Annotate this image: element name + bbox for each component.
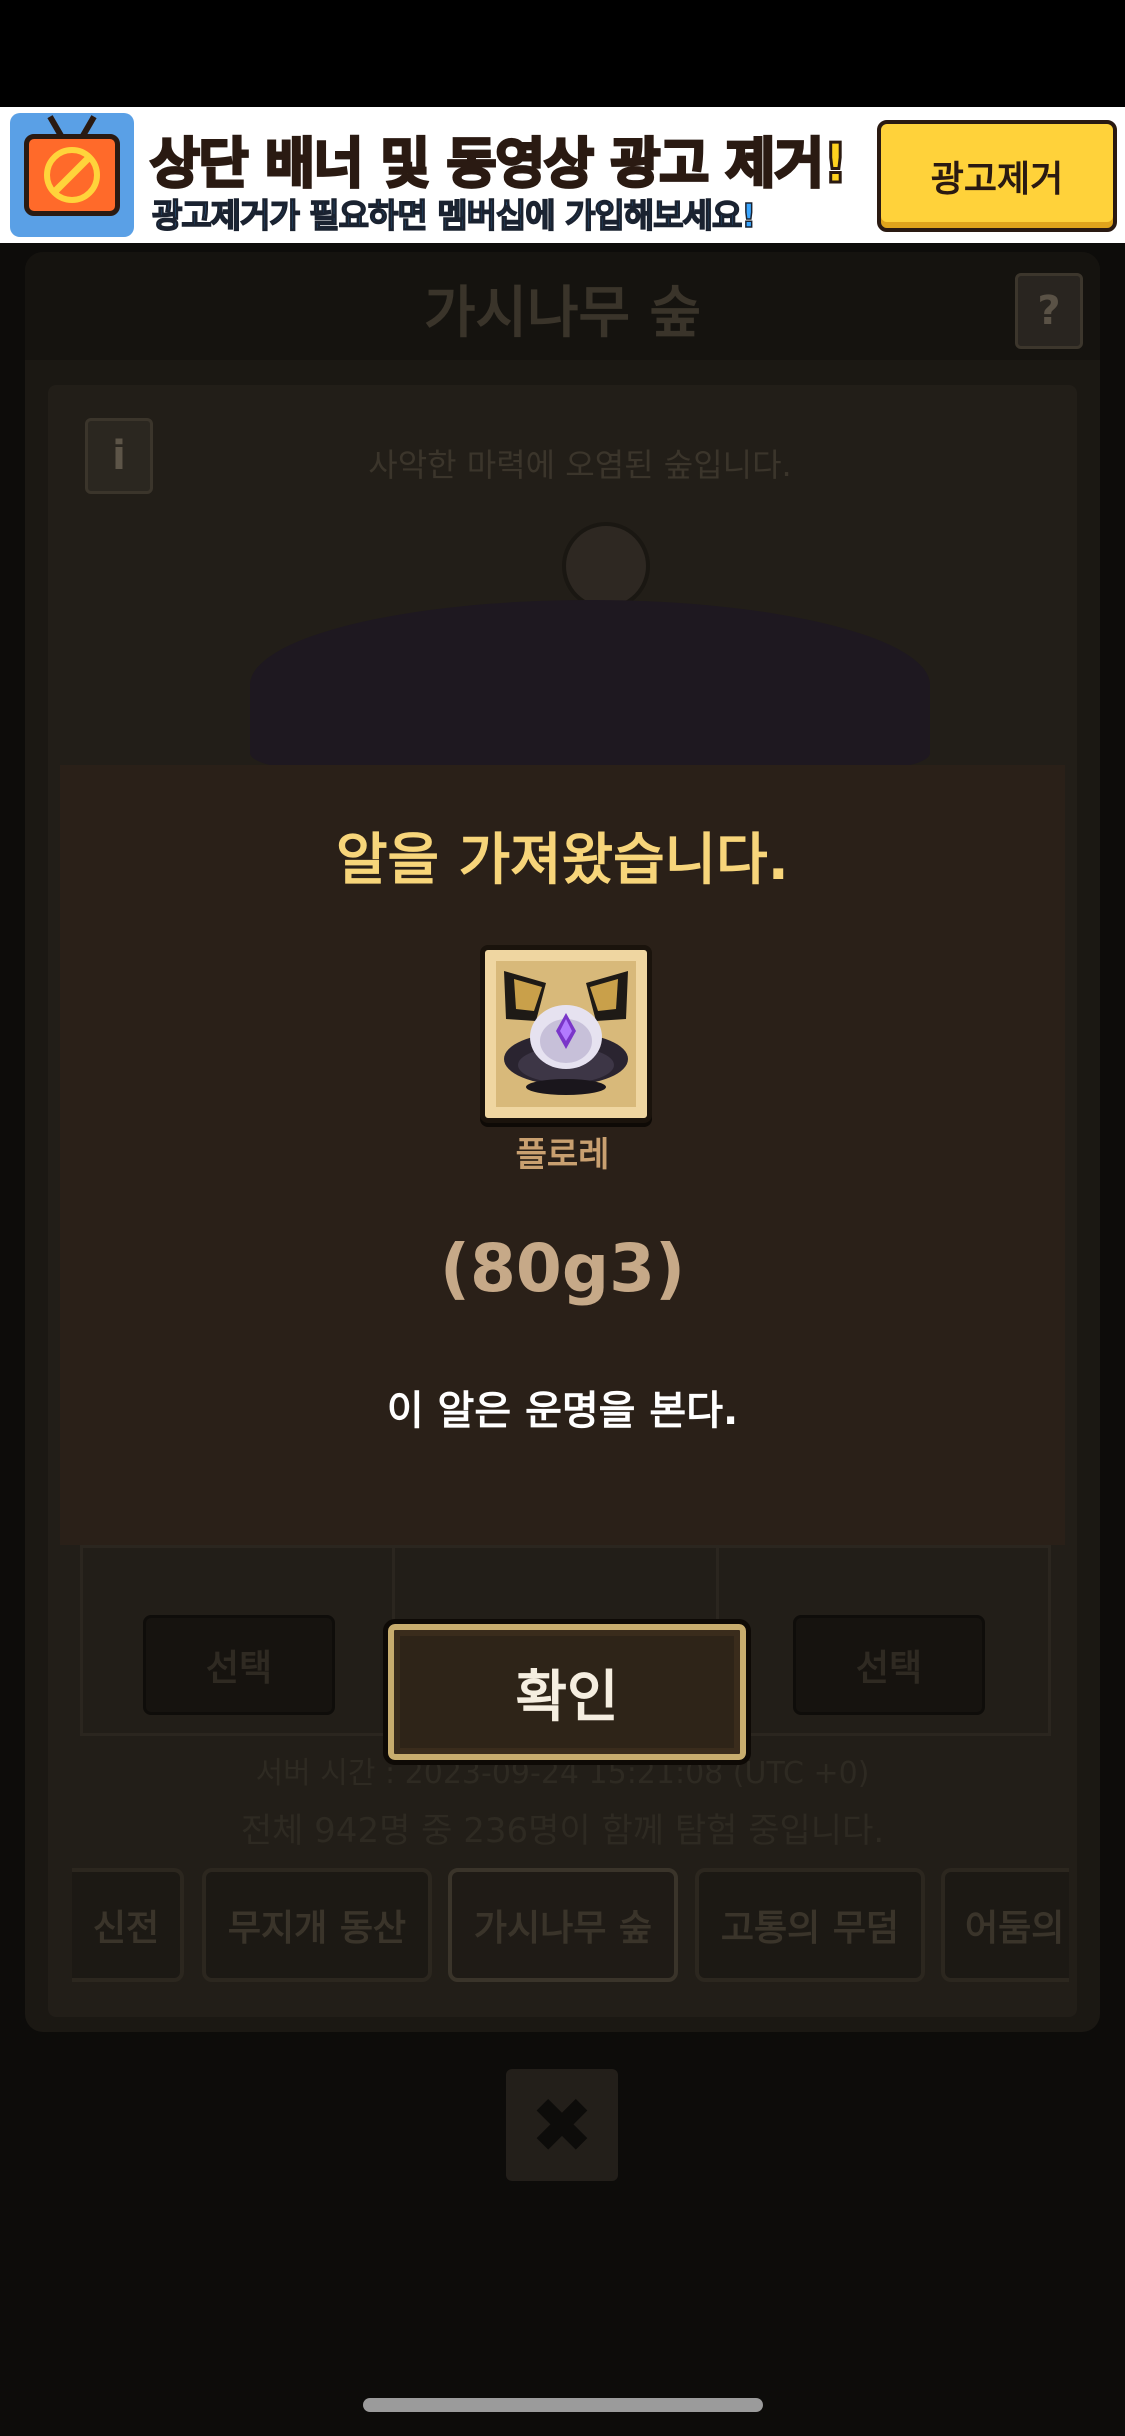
- ad-banner[interactable]: 상단 배너 및 동영상 광고 제거! 광고제거가 필요하면 멤버십에 가입해보세…: [0, 107, 1125, 243]
- status-bar: [0, 0, 1125, 107]
- home-indicator[interactable]: [363, 2398, 763, 2412]
- confirm-button[interactable]: 확인: [383, 1619, 751, 1765]
- help-icon[interactable]: ?: [1015, 273, 1083, 349]
- area-description: 사악한 마력에 오염된 숲입니다.: [368, 446, 792, 484]
- tab-tomb-of-pain[interactable]: 고통의 무덤: [695, 1868, 925, 1982]
- egg-code: (80g3): [439, 1230, 686, 1307]
- player-count: 전체 942명 중 236명이 함께 탐험 중입니다.: [240, 1811, 885, 1851]
- tab-darkness[interactable]: 어둠의: [941, 1868, 1069, 1982]
- no-ads-tv-icon: [10, 113, 134, 237]
- select-slot-button-right[interactable]: 선택: [793, 1615, 985, 1715]
- egg-description: 이 알은 운명을 본다.: [386, 1388, 739, 1434]
- egg-icon-frame: [480, 945, 652, 1123]
- close-icon[interactable]: ✖: [506, 2069, 618, 2181]
- modal-heading: 알을 가져왔습니다.: [336, 828, 789, 893]
- egg-name: 플로레: [515, 1135, 610, 1175]
- egg-received-modal: 알을 가져왔습니다. 플로레 (80g3) 이 알은 운명을 본다.: [60, 765, 1065, 1545]
- page-title: 가시나무 숲: [423, 281, 702, 346]
- tab-thorn-forest[interactable]: 가시나무 숲: [448, 1868, 678, 1982]
- ad-title: 상단 배너 및 동영상 광고 제거!: [149, 131, 850, 197]
- tab-rainbow-hill[interactable]: 무지개 동산: [202, 1868, 432, 1982]
- remove-ads-button[interactable]: 광고제거: [877, 120, 1117, 232]
- location-pin-icon: [562, 522, 650, 624]
- area-illustration: [250, 600, 930, 770]
- egg-icon: [496, 961, 636, 1107]
- info-icon[interactable]: i: [85, 418, 153, 494]
- select-slot-button-left[interactable]: 선택: [143, 1615, 335, 1715]
- ad-subtitle: 광고제거가 필요하면 멤버십에 가입해보세요!: [151, 195, 757, 236]
- tab-temple[interactable]: 신전: [72, 1868, 184, 1982]
